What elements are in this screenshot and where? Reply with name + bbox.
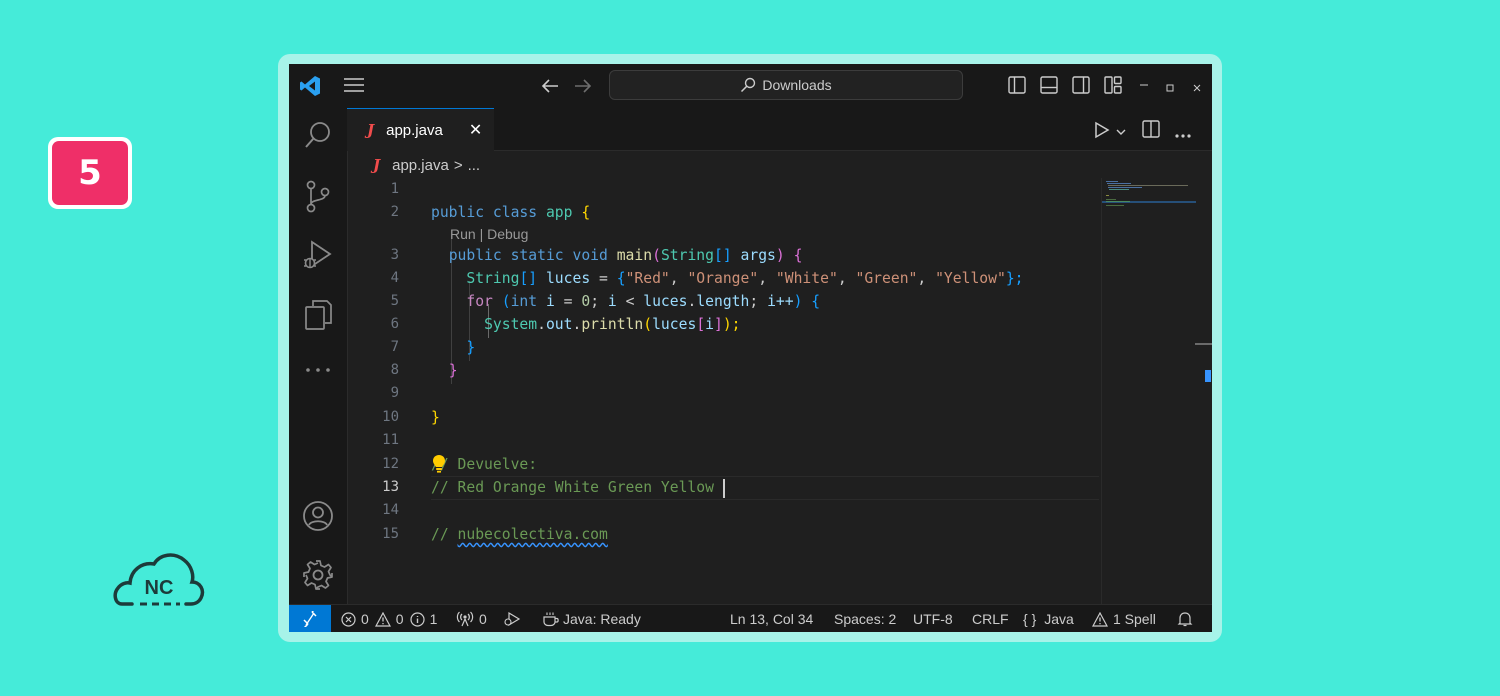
code-line-15: // nubecolectiva.com xyxy=(431,526,608,543)
line-number: 3 xyxy=(390,247,399,263)
more-views-icon[interactable] xyxy=(289,366,347,374)
coffee-cup-icon xyxy=(543,612,559,627)
toggle-panel-icon[interactable] xyxy=(1040,76,1058,99)
warning-icon xyxy=(374,611,391,627)
line-number: 10 xyxy=(382,409,399,425)
end-of-line[interactable]: CRLF xyxy=(972,605,1009,632)
menu-icon[interactable] xyxy=(344,77,364,98)
line-number-current: 13 xyxy=(382,479,399,495)
line-number: 11 xyxy=(382,432,399,448)
code-line-12: // Devuelve: xyxy=(431,456,538,473)
logo-text: NC xyxy=(145,577,174,599)
tab-label: app.java xyxy=(386,121,443,139)
encoding[interactable]: UTF-8 xyxy=(913,605,953,632)
remote-indicator[interactable] xyxy=(289,605,331,632)
info-icon xyxy=(409,611,425,627)
toggle-secondary-sidebar-icon[interactable] xyxy=(1072,76,1090,99)
back-arrow-icon[interactable] xyxy=(541,78,559,99)
line-number: 9 xyxy=(390,385,399,401)
run-and-debug-icon[interactable] xyxy=(289,238,347,272)
code-line-6: System.out.println(luces[i]); xyxy=(484,316,741,333)
codelens-run-debug[interactable]: Run | Debug xyxy=(450,223,528,245)
vscode-window: Downloads J app.java ✕ J app.java > ... … xyxy=(289,64,1212,632)
vertical-scrollbar[interactable] xyxy=(1195,178,1212,604)
code-editor[interactable]: 1 2 3 4 5 6 7 8 9 10 11 12 13 14 15 publ… xyxy=(347,178,1099,604)
breadcrumb: J app.java > ... xyxy=(347,152,1147,178)
line-number: 12 xyxy=(382,456,399,472)
language-mode[interactable]: { } Java xyxy=(1023,605,1074,632)
tab-app-java[interactable]: J app.java ✕ xyxy=(347,108,494,151)
run-java-icon[interactable] xyxy=(1094,121,1110,144)
line-number: 4 xyxy=(390,270,399,286)
step-badge: 5 xyxy=(48,137,132,209)
code-line-7: } xyxy=(466,339,476,356)
minimap[interactable] xyxy=(1101,178,1196,604)
java-file-icon: J xyxy=(373,156,381,174)
step-number: 5 xyxy=(52,141,128,205)
more-actions-icon[interactable] xyxy=(1174,126,1192,144)
toggle-primary-sidebar-icon[interactable] xyxy=(1008,76,1026,99)
ports-indicator[interactable]: 0 xyxy=(456,605,487,632)
line-number: 2 xyxy=(390,204,399,220)
line-number: 15 xyxy=(382,526,399,542)
minimize-icon[interactable] xyxy=(1139,78,1149,97)
accounts-icon[interactable] xyxy=(289,500,347,532)
code-line-5: for (int i = 0; i < luces.length; i++) { xyxy=(466,293,821,310)
line-number: 6 xyxy=(390,316,399,332)
status-bar: 0 0 1 0 Java: Ready Ln 13, Col 34 Spaces… xyxy=(289,604,1212,632)
settings-gear-icon[interactable] xyxy=(289,559,347,591)
breadcrumb-separator: > xyxy=(453,156,463,174)
java-file-icon: J xyxy=(367,121,375,139)
close-window-icon[interactable] xyxy=(1192,80,1202,98)
search-text: Downloads xyxy=(762,77,832,93)
scroll-position-marker xyxy=(1195,343,1212,345)
title-bar: Downloads xyxy=(289,64,1212,108)
misspelled-link[interactable]: nubecolectiva.com xyxy=(458,526,608,543)
scroll-cursor-marker xyxy=(1205,370,1211,382)
source-control-icon[interactable] xyxy=(289,180,347,214)
code-line-4: String[] luces = {"Red", "Orange", "Whit… xyxy=(466,270,1024,287)
run-debug-icon xyxy=(504,611,521,627)
chevron-down-icon[interactable] xyxy=(1115,124,1127,142)
code-line-2: public class app { xyxy=(431,204,591,221)
notifications-bell-icon[interactable] xyxy=(1177,605,1193,632)
line-number: 8 xyxy=(390,362,399,378)
broadcast-icon xyxy=(456,611,474,627)
breadcrumb-file[interactable]: app.java xyxy=(392,157,449,174)
debug-indicator[interactable] xyxy=(503,605,521,632)
warning-icon xyxy=(1092,611,1108,627)
code-line-10: } xyxy=(431,409,440,426)
activity-bar xyxy=(289,108,348,604)
indentation[interactable]: Spaces: 2 xyxy=(834,605,896,632)
split-editor-icon[interactable] xyxy=(1142,120,1160,143)
remote-icon xyxy=(303,611,317,627)
braces-icon: { } xyxy=(1023,611,1037,627)
customize-layout-icon[interactable] xyxy=(1104,76,1122,99)
vscode-logo-icon xyxy=(299,75,321,102)
forward-arrow-icon[interactable] xyxy=(574,78,592,99)
line-number: 7 xyxy=(390,339,399,355)
code-line-3: public static void main(String[] args) { xyxy=(448,247,803,264)
editor-tabs: J app.java ✕ xyxy=(347,108,1212,151)
text-cursor xyxy=(722,478,725,498)
line-number: 5 xyxy=(390,293,399,309)
nc-cloud-logo: NC xyxy=(112,548,206,612)
breadcrumb-more[interactable]: ... xyxy=(468,157,481,174)
lightbulb-icon[interactable] xyxy=(432,454,446,474)
search-icon xyxy=(741,77,756,93)
command-center-search[interactable]: Downloads xyxy=(609,70,963,100)
error-icon xyxy=(341,611,356,627)
java-status[interactable]: Java: Ready xyxy=(542,605,641,632)
maximize-icon[interactable] xyxy=(1165,80,1175,98)
code-line-13: // Red Orange White Green Yellow xyxy=(431,476,725,499)
line-number: 1 xyxy=(390,181,399,197)
code-line-8: } xyxy=(448,362,458,379)
cursor-position[interactable]: Ln 13, Col 34 xyxy=(730,605,813,632)
explorer-search-icon[interactable] xyxy=(289,120,347,152)
spell-check-status[interactable]: 1 Spell xyxy=(1092,605,1156,632)
close-tab-icon[interactable]: ✕ xyxy=(469,120,482,140)
extensions-copy-icon[interactable] xyxy=(289,298,347,332)
problems-indicator[interactable]: 0 0 1 xyxy=(341,605,437,632)
line-number: 14 xyxy=(382,502,399,518)
